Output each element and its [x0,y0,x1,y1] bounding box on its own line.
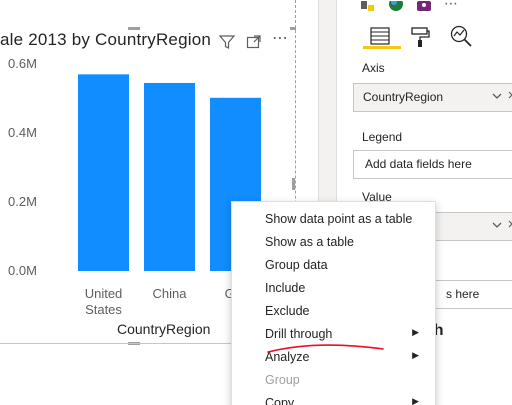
menu-item-label: Group [265,373,300,387]
menu-item-label: Show as a table [265,235,354,249]
chevron-down-icon[interactable] [491,219,503,234]
remove-field-icon[interactable] [507,218,512,233]
x-tick-label: China [136,286,203,302]
x-tick-label: United States [70,286,137,318]
menu-item-exclude[interactable]: Exclude [232,298,437,321]
x-axis-title: CountryRegion [117,321,211,337]
chevron-down-icon[interactable] [491,90,503,105]
bar-china[interactable] [144,82,195,271]
axis-well-label: Axis [362,61,385,75]
bar-united-states[interactable] [78,74,129,271]
menu-item-label: Show data point as a table [265,212,413,226]
context-menu: Show data point as a table Show as a tabl… [231,201,436,405]
axis-well[interactable]: CountryRegion [353,83,512,112]
menu-item-label: Copy [265,396,295,405]
x-tick-label-line: United [84,286,123,301]
menu-item-show-as-a-table[interactable]: Show as a table [232,229,437,252]
analytics-magnifier-icon[interactable] [449,24,475,48]
menu-item-label: Group data [265,258,328,272]
more-visuals-icon[interactable]: ⋯ [444,0,460,12]
submenu-arrow-icon: ▶ [412,327,419,337]
active-tab-indicator [363,46,401,49]
menu-item-label: Include [265,281,306,295]
legend-well[interactable]: Add data fields here [353,150,512,179]
fields-tab-icon[interactable] [368,26,392,48]
menu-item-drill-through[interactable]: Drill through ▶ [232,321,437,344]
menu-item-include[interactable]: Include [232,275,437,298]
submenu-arrow-icon: ▶ [412,396,419,405]
menu-item-label: Exclude [265,304,310,318]
menu-item-label: Drill through [265,327,333,341]
legend-well-placeholder: Add data fields here [365,157,472,171]
remove-field-icon[interactable] [507,89,512,104]
menu-item-analyze[interactable]: Analyze ▶ [232,344,437,367]
globe-icon[interactable] [388,0,404,12]
legend-well-label: Legend [362,130,403,144]
format-paint-roller-icon[interactable] [409,26,431,48]
menu-item-group: Group [232,367,437,390]
power-apps-icon[interactable] [416,0,432,12]
x-tick-label-line: China [152,286,187,301]
tooltips-well-placeholder: s here [446,287,480,301]
menu-item-copy[interactable]: Copy ▶ [232,390,437,405]
key-influencers-icon[interactable] [360,0,376,12]
menu-item-show-data-point-as-a-table[interactable]: Show data point as a table [232,206,437,229]
axis-field-name: CountryRegion [363,90,444,104]
menu-item-group-data[interactable]: Group data [232,252,437,275]
resize-handle-top[interactable] [128,27,140,30]
menu-item-label: Analyze [265,350,310,364]
x-tick-label-line: States [85,302,122,317]
submenu-arrow-icon: ▶ [412,350,419,360]
